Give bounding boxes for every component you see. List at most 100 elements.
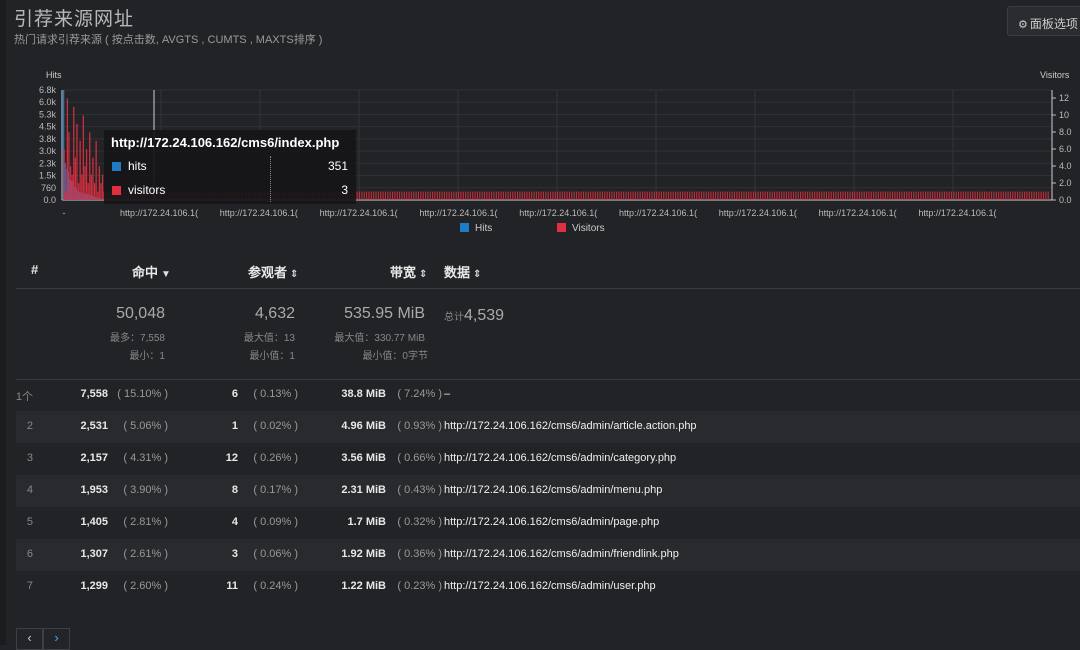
visitors-bar [955, 191, 957, 200]
visitors-bar [87, 183, 89, 200]
y-right-tick-label: 6.0 [1059, 144, 1072, 154]
row-bandwidth: 38.8 MiB [341, 388, 386, 400]
visitors-bar [561, 191, 563, 200]
visitors-bar [875, 191, 877, 200]
row-referrer-url[interactable]: http://172.24.106.162/cms6/admin/article… [444, 420, 697, 432]
visitors-bar [443, 191, 445, 200]
table-row[interactable]: 4 1,953 ( 3.90% ) 8 ( 0.17% ) 2.31 MiB ( 0.43%… [16, 475, 1080, 507]
visitors-bar [432, 191, 434, 200]
visitors-bar [821, 191, 823, 200]
visitors-bar [549, 191, 552, 200]
visitors-bar [674, 191, 677, 200]
row-index: 4 [26, 484, 33, 496]
visitors-bar [868, 191, 870, 200]
y-right-tick-label: 2.0 [1059, 178, 1072, 188]
visitors-bar [413, 191, 415, 200]
visitors-bar [68, 132, 70, 200]
panel-options-label: 面板选项 [1029, 17, 1078, 31]
legend-hits[interactable]: Hits [460, 223, 492, 234]
visitors-bar [540, 191, 542, 200]
visitors-bar [837, 191, 839, 200]
col-data-header[interactable]: 数据 ⇕ [444, 262, 481, 281]
col-bandwidth-header[interactable]: 带宽 ⇕ [390, 262, 427, 281]
visitors-bar [851, 191, 853, 200]
visitors-bar [733, 191, 736, 200]
row-referrer-url[interactable]: http://172.24.106.162/cms6/admin/user.ph… [444, 580, 656, 592]
visitors-bar [620, 191, 622, 200]
visitors-bar [910, 191, 912, 200]
visitors-bar [856, 191, 858, 200]
row-hits-percent: ( 2.60% ) [123, 580, 168, 592]
visitors-bar [476, 191, 478, 200]
visitors-bar [1021, 191, 1023, 200]
row-referrer-url[interactable]: http://172.24.106.162/cms6/admin/friendl… [444, 548, 679, 560]
table-row[interactable]: 7 1,299 ( 2.60% ) 11 ( 0.24% ) 1.22 MiB ( 0.23… [16, 571, 1080, 603]
y-right-tick-label: 12 [1059, 93, 1069, 103]
visitors-bar [653, 191, 655, 200]
visitors-bar [453, 191, 455, 200]
visitors-bar [604, 191, 606, 200]
visitors-bar [752, 191, 754, 200]
visitors-bar [884, 191, 887, 200]
row-referrer-url[interactable]: – [444, 388, 450, 400]
col-visitors-header[interactable]: 参观者 ⇕ [248, 262, 298, 281]
visitors-bar [382, 191, 384, 200]
visitors-bar [77, 183, 80, 200]
visitors-bar [547, 191, 549, 200]
visitors-bar [76, 123, 78, 200]
y-left-tick-label: 6.0k [39, 97, 57, 107]
col-hits-header[interactable]: 命中 ▼ [132, 262, 171, 281]
visitors-bar [705, 191, 707, 200]
visitors-bar [606, 191, 608, 200]
row-visitors: 3 [231, 548, 238, 560]
table-row[interactable]: 3 2,157 ( 4.31% ) 12 ( 0.26% ) 3.56 MiB ( 0.66… [16, 443, 1080, 475]
visitors-bar [479, 191, 481, 200]
table-row[interactable]: 2 2,531 ( 5.06% ) 1 ( 0.02% ) 4.96 MiB ( 0.93%… [16, 411, 1080, 443]
row-referrer-url[interactable]: http://172.24.106.162/cms6/admin/page.ph… [444, 516, 659, 528]
table-row[interactable]: 5 1,405 ( 2.81% ) 4 ( 0.09% ) 1.7 MiB ( 0.32% … [16, 507, 1080, 539]
visitors-bar [722, 191, 724, 200]
visitors-bar [613, 191, 615, 200]
visitors-bar [90, 174, 92, 200]
visitors-bar [533, 191, 535, 200]
row-bandwidth: 1.7 MiB [347, 516, 386, 528]
visitors-bar [644, 191, 646, 200]
visitors-bar [63, 149, 65, 200]
visitors-max: 最大值：13 [243, 333, 295, 344]
legend-visitors-swatch [557, 223, 566, 232]
visitors-bar [1002, 191, 1004, 200]
visitors-bar [903, 191, 905, 200]
row-hits-percent: ( 2.81% ) [123, 516, 168, 528]
visitors-bar [384, 191, 387, 200]
next-page-button[interactable]: › [43, 628, 70, 650]
visitors-bar [366, 191, 368, 200]
visitors-bar [429, 191, 431, 200]
visitors-bar [469, 191, 471, 200]
bandwidth-total: 535.95 MiB [344, 305, 425, 322]
visitors-bar [542, 191, 545, 200]
panel-options-button[interactable]: ⚙ 面板选项 [1007, 6, 1080, 36]
visitors-bar [410, 191, 412, 200]
row-index: 5 [26, 516, 33, 528]
visitors-bar [1033, 191, 1035, 200]
legend-visitors[interactable]: Visitors [557, 223, 605, 234]
row-hits: 1,299 [80, 580, 108, 592]
prev-page-button[interactable]: ‹ [16, 628, 43, 650]
visitors-bar [460, 191, 462, 200]
visitors-bar [69, 166, 72, 200]
table-row[interactable]: 1个 7,558 ( 15.10% ) 6 ( 0.13% ) 38.8 MiB ( 7.2… [16, 379, 1080, 411]
row-referrer-url[interactable]: http://172.24.106.162/cms6/admin/menu.ph… [444, 484, 662, 496]
row-referrer-url[interactable]: http://172.24.106.162/cms6/admin/categor… [444, 452, 676, 464]
visitors-bar [924, 191, 927, 200]
row-index: 3 [26, 452, 33, 464]
visitors-bar [887, 191, 889, 200]
x-tick-label: http://172.24.106.1( [719, 208, 797, 218]
row-bandwidth-percent: ( 0.93% ) [397, 420, 442, 432]
visitors-bar [528, 191, 530, 200]
visitors-bar [578, 191, 580, 200]
table-row[interactable]: 6 1,307 ( 2.61% ) 3 ( 0.06% ) 1.92 MiB ( 0.36%… [16, 539, 1080, 571]
visitors-bar [745, 191, 747, 200]
visitors-bar [524, 191, 526, 200]
x-tick-label: http://172.24.106.1( [419, 208, 497, 218]
x-tick-label: - [63, 208, 66, 218]
